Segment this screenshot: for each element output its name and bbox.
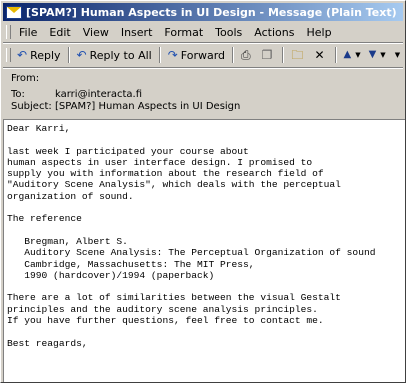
message-line: last week I participated your course abo… bbox=[7, 145, 249, 157]
toolbar-separator bbox=[158, 47, 161, 63]
message-line bbox=[7, 281, 405, 292]
message-line bbox=[7, 202, 405, 213]
message-line: human aspects in user interface design. … bbox=[7, 156, 313, 168]
up-arrow-icon: ▲ bbox=[343, 49, 352, 60]
chevron-down-icon: ▼ bbox=[394, 51, 401, 59]
menu-tools[interactable]: Tools bbox=[209, 26, 248, 39]
message-line bbox=[7, 134, 405, 145]
previous-item-button[interactable]: ▲ ▼ bbox=[340, 45, 365, 65]
copy-button[interactable]: ❐ bbox=[258, 45, 280, 65]
reply-all-icon: ↶ bbox=[76, 48, 87, 62]
delete-button[interactable]: ✕ bbox=[310, 45, 331, 65]
from-label: From: bbox=[11, 73, 40, 84]
reply-label: Reply bbox=[30, 48, 61, 62]
subject-row: Subject: [SPAM?] Human Aspects in UI Desi… bbox=[11, 101, 240, 112]
down-arrow-icon: ▼ bbox=[368, 49, 377, 60]
envelope-icon bbox=[6, 5, 22, 19]
to-value[interactable]: karri@interacta.fi bbox=[55, 89, 142, 100]
delete-icon: ✕ bbox=[314, 48, 325, 62]
menu-actions[interactable]: Actions bbox=[248, 26, 300, 39]
menu-view[interactable]: View bbox=[77, 26, 115, 39]
to-row: To: karri@interacta.fi bbox=[11, 89, 142, 100]
message-header: From: To: karri@interacta.fi Subject: [SPA… bbox=[3, 69, 403, 117]
forward-label: Forward bbox=[180, 48, 226, 62]
subject-label: Subject: bbox=[11, 101, 52, 112]
message-line: Bregman, Albert S. bbox=[7, 235, 128, 247]
chevron-down-icon: ▼ bbox=[355, 51, 361, 59]
message-line: The reference bbox=[7, 213, 82, 225]
message-line: There are a lot of similarities between … bbox=[7, 292, 341, 304]
printer-icon: ⎙ bbox=[241, 48, 251, 62]
message-line bbox=[7, 326, 405, 337]
toolbar-separator bbox=[282, 47, 285, 63]
forward-button[interactable]: ↷ Forward bbox=[164, 45, 229, 65]
move-to-folder-icon: 🗀 bbox=[291, 48, 304, 62]
message-line: supply you with information about the re… bbox=[7, 168, 324, 180]
message-line: Best reagards, bbox=[7, 337, 88, 349]
menu-help[interactable]: Help bbox=[300, 26, 337, 39]
message-line: principles and the auditory scene analys… bbox=[7, 303, 318, 315]
toolbar: ↶ Reply ↶ Reply to All ↷ Forward ⎙ ❐ 🗀 ✕… bbox=[3, 44, 403, 66]
toolbar-separator bbox=[232, 47, 235, 63]
forward-icon: ↷ bbox=[167, 48, 178, 62]
copy-icon: ❐ bbox=[261, 48, 273, 62]
toolbar-separator bbox=[67, 47, 70, 63]
menu-edit[interactable]: Edit bbox=[43, 26, 76, 39]
menu-format[interactable]: Format bbox=[158, 26, 209, 39]
message-line: organization of sound. bbox=[7, 190, 134, 202]
reply-all-label: Reply to All bbox=[89, 48, 152, 62]
reply-icon: ↶ bbox=[17, 48, 28, 62]
message-line: "Auditory Scene Analysis", which deals w… bbox=[7, 179, 341, 191]
message-line: Dear Karri, bbox=[7, 123, 71, 134]
message-line: 1990 (hardcover)/1994 (paperback) bbox=[7, 269, 215, 281]
message-body[interactable]: Dear Karri, last week I participated you… bbox=[3, 119, 405, 382]
print-button[interactable]: ⎙ bbox=[237, 45, 258, 65]
menu-bar: File Edit View Insert Format Tools Actio… bbox=[3, 23, 403, 41]
to-label: To: bbox=[11, 89, 25, 100]
chevron-down-icon: ▼ bbox=[380, 51, 386, 59]
message-line: Auditory Scene Analysis: The Perceptual … bbox=[7, 247, 376, 259]
toolbar-separator bbox=[334, 47, 337, 63]
window-title: [SPAM?] Human Aspects in UI Design - Mes… bbox=[26, 5, 397, 19]
title-bar[interactable]: [SPAM?] Human Aspects in UI Design - Mes… bbox=[3, 3, 403, 21]
message-line: Cambridge, Massachusetts: The MIT Press, bbox=[7, 258, 255, 270]
from-row: From: bbox=[11, 73, 55, 84]
reply-button[interactable]: ↶ Reply bbox=[13, 45, 65, 65]
message-text: Dear Karri, last week I participated you… bbox=[4, 120, 405, 349]
subject-value: [SPAM?] Human Aspects in UI Design bbox=[55, 101, 241, 112]
menubar-grip[interactable] bbox=[6, 25, 11, 39]
reply-all-button[interactable]: ↶ Reply to All bbox=[73, 45, 156, 65]
menu-insert[interactable]: Insert bbox=[115, 26, 159, 39]
message-line: If you have further questions, feel free… bbox=[7, 315, 324, 327]
move-to-folder-button[interactable]: 🗀 bbox=[287, 45, 310, 65]
toolbar-options-button[interactable]: ▼ bbox=[390, 45, 404, 65]
message-window: [SPAM?] Human Aspects in UI Design - Mes… bbox=[0, 0, 406, 383]
next-item-button[interactable]: ▼ ▼ bbox=[365, 45, 390, 65]
toolbar-grip[interactable] bbox=[6, 48, 11, 62]
message-line bbox=[7, 225, 405, 236]
menu-file[interactable]: File bbox=[13, 26, 43, 39]
